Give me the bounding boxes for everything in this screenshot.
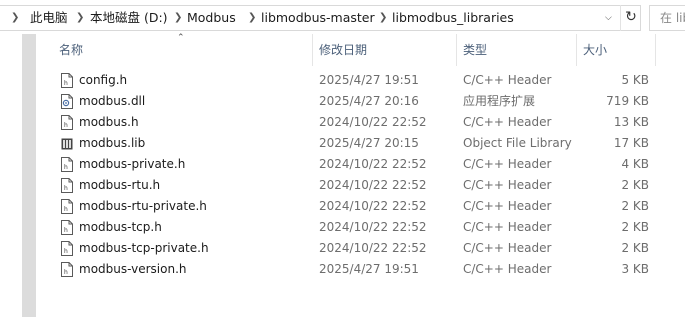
svg-text:h: h xyxy=(64,227,68,234)
file-size: 4 KB xyxy=(621,157,649,171)
svg-text:h: h xyxy=(64,269,68,276)
breadcrumb-local-disk[interactable]: 本地磁盘 (D:) xyxy=(90,6,168,30)
file-name: modbus-rtu.h xyxy=(79,178,161,192)
file-name: modbus-version.h xyxy=(79,262,187,276)
file-row[interactable]: h modbus-version.h 2025/4/27 19:51 C/C++ He… xyxy=(54,259,658,280)
file-size: 2 KB xyxy=(621,220,649,234)
search-input[interactable]: 在 lib xyxy=(649,5,685,31)
header-file-icon: h xyxy=(61,115,73,130)
chevron-down-icon[interactable]: ⌵ xyxy=(605,6,612,30)
chevron-right-icon[interactable]: ❯ xyxy=(379,6,387,30)
refresh-icon: ↻ xyxy=(625,9,637,25)
header-file-icon: h xyxy=(61,73,73,88)
file-type: C/C++ Header xyxy=(463,241,552,255)
chevron-right-icon[interactable]: ❯ xyxy=(76,6,84,30)
chevron-right-icon[interactable]: ❯ xyxy=(11,6,19,30)
file-size: 2 KB xyxy=(621,241,649,255)
file-date: 2024/10/22 22:52 xyxy=(319,157,427,171)
column-header-type[interactable]: 类型 xyxy=(463,34,487,66)
header-file-icon: h xyxy=(61,262,73,277)
file-row[interactable]: h modbus.h 2024/10/22 22:52 C/C++ Header 13 … xyxy=(54,112,658,133)
file-name: modbus-private.h xyxy=(79,157,186,171)
file-size: 2 KB xyxy=(621,178,649,192)
breadcrumb-this-pc[interactable]: 此电脑 xyxy=(30,6,68,30)
file-date: 2024/10/22 22:52 xyxy=(319,220,427,234)
header-file-icon: h xyxy=(61,220,73,235)
file-date: 2025/4/27 20:16 xyxy=(319,94,419,108)
file-type: C/C++ Header xyxy=(463,115,552,129)
file-size: 13 KB xyxy=(613,115,649,129)
file-row[interactable]: h modbus-tcp.h 2024/10/22 22:52 C/C++ Heade… xyxy=(54,217,658,238)
file-size: 3 KB xyxy=(621,262,649,276)
file-name: modbus-tcp-private.h xyxy=(79,241,209,255)
file-row[interactable]: modbus.dll 2025/4/27 20:16 应用程序扩展 719 KB xyxy=(54,91,658,112)
column-divider[interactable] xyxy=(655,34,656,66)
file-type: C/C++ Header xyxy=(463,178,552,192)
file-row[interactable]: h modbus-tcp-private.h 2024/10/22 22:52 C/C… xyxy=(54,238,658,259)
file-row[interactable]: h modbus-rtu.h 2024/10/22 22:52 C/C++ Heade… xyxy=(54,175,658,196)
file-size: 719 KB xyxy=(606,94,649,108)
svg-text:h: h xyxy=(64,206,68,213)
file-row[interactable]: h modbus-private.h 2024/10/22 22:52 C/C++ H… xyxy=(54,154,658,175)
file-size: 5 KB xyxy=(621,73,649,87)
breadcrumb-libmodbus-master[interactable]: libmodbus-master xyxy=(261,6,375,30)
svg-text:h: h xyxy=(64,80,68,87)
file-date: 2024/10/22 22:52 xyxy=(319,199,427,213)
svg-text:h: h xyxy=(64,185,68,192)
file-type: C/C++ Header xyxy=(463,199,552,213)
file-type: C/C++ Header xyxy=(463,220,552,234)
navigation-scrollbar[interactable] xyxy=(22,34,36,317)
file-size: 2 KB xyxy=(621,199,649,213)
column-divider[interactable] xyxy=(576,34,577,66)
file-date: 2025/4/27 19:51 xyxy=(319,73,419,87)
header-file-icon: h xyxy=(61,241,73,256)
file-name: modbus.lib xyxy=(79,136,146,150)
file-size: 17 KB xyxy=(613,136,649,150)
address-bar[interactable]: ❯ 此电脑 ❯ 本地磁盘 (D:) ❯ Modbus ❯ libmodbus-m… xyxy=(0,5,641,31)
file-type: C/C++ Header xyxy=(463,262,552,276)
file-type: Object File Library xyxy=(463,136,572,150)
column-header-date[interactable]: 修改日期 xyxy=(319,34,367,66)
column-divider[interactable] xyxy=(456,34,457,66)
sort-ascending-icon: ⌃ xyxy=(177,33,185,43)
header-file-icon: h xyxy=(61,178,73,193)
file-name: modbus-tcp.h xyxy=(79,220,162,234)
file-row[interactable]: h config.h 2025/4/27 19:51 C/C++ Header 5 KB xyxy=(54,70,658,91)
file-date: 2024/10/22 22:52 xyxy=(319,241,427,255)
column-divider[interactable] xyxy=(312,34,313,66)
file-date: 2024/10/22 22:52 xyxy=(319,178,427,192)
svg-text:h: h xyxy=(64,164,68,171)
header-file-icon: h xyxy=(61,157,73,172)
column-header-name[interactable]: 名称 xyxy=(59,34,83,66)
dll-file-icon xyxy=(61,94,73,109)
svg-text:h: h xyxy=(64,122,68,129)
svg-text:h: h xyxy=(64,248,68,255)
file-type: C/C++ Header xyxy=(463,157,552,171)
chevron-right-icon[interactable]: ❯ xyxy=(248,6,256,30)
navigation-pane xyxy=(0,31,22,317)
chevron-right-icon[interactable]: ❯ xyxy=(174,6,182,30)
header-file-icon: h xyxy=(61,199,73,214)
lib-file-icon xyxy=(61,136,73,151)
file-row[interactable]: h modbus-rtu-private.h 2024/10/22 22:52 C/C… xyxy=(54,196,658,217)
breadcrumb-libmodbus-libraries[interactable]: libmodbus_libraries xyxy=(392,6,514,30)
file-date: 2025/4/27 20:15 xyxy=(319,136,419,150)
file-type: 应用程序扩展 xyxy=(463,94,536,108)
file-type: C/C++ Header xyxy=(463,73,552,87)
file-date: 2025/4/27 19:51 xyxy=(319,262,419,276)
column-header-size[interactable]: 大小 xyxy=(583,34,607,66)
file-name: modbus.h xyxy=(79,115,139,129)
breadcrumb-modbus[interactable]: Modbus xyxy=(187,6,236,30)
file-name: config.h xyxy=(79,73,128,87)
file-name: modbus-rtu-private.h xyxy=(79,199,207,213)
file-name: modbus.dll xyxy=(79,94,146,108)
refresh-button[interactable]: ↻ xyxy=(620,5,641,31)
file-date: 2024/10/22 22:52 xyxy=(319,115,427,129)
file-row[interactable]: modbus.lib 2025/4/27 20:15 Object File Lib… xyxy=(54,133,658,154)
